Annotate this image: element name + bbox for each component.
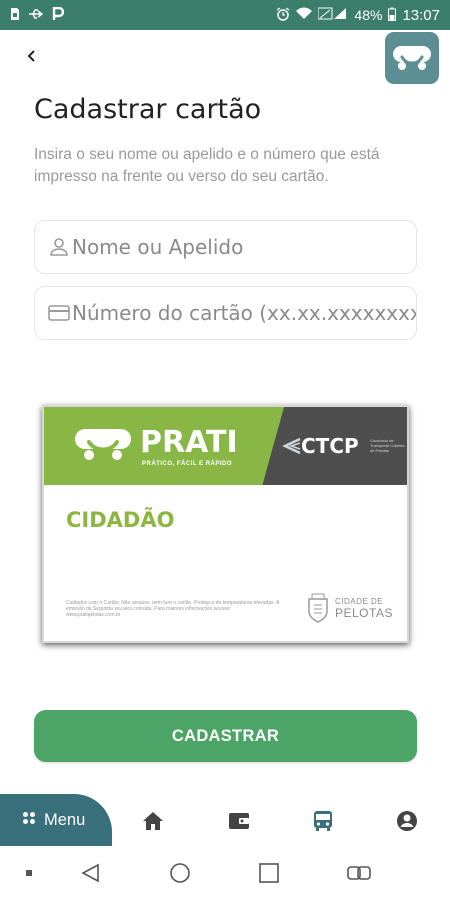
usb-icon xyxy=(28,8,44,23)
home-icon[interactable] xyxy=(140,808,166,834)
person-icon xyxy=(48,236,70,258)
status-bar: 48% 13:07 xyxy=(0,0,450,30)
menu-button[interactable]: Menu xyxy=(0,794,112,846)
card-illustration: PRATI PRÁTICO, FÁCIL E RÁPIDO CTCP Consó… xyxy=(42,405,409,643)
card-tagline: PRÁTICO, FÁCIL E RÁPIDO xyxy=(142,461,233,467)
register-button[interactable]: CADASTRAR xyxy=(34,710,417,762)
battery-text: 48% xyxy=(354,7,383,23)
dot-icon xyxy=(16,860,42,886)
card-number-input[interactable] xyxy=(72,301,416,325)
name-field[interactable] xyxy=(34,220,417,274)
home-circle-icon[interactable] xyxy=(167,860,193,886)
sim-icon xyxy=(10,7,20,24)
system-nav-bar xyxy=(0,846,450,900)
bus-icon[interactable] xyxy=(310,808,336,834)
name-input[interactable] xyxy=(72,235,416,259)
signal-icon xyxy=(317,7,348,23)
ctcp-logo-icon xyxy=(282,435,302,457)
card-city-line1: CIDADE DE xyxy=(335,597,384,606)
page-title: Cadastrar cartão xyxy=(34,94,262,125)
bottom-nav: Menu xyxy=(0,794,450,846)
prati-bus-logo-icon xyxy=(385,32,439,84)
card-category: CIDADÃO xyxy=(66,508,175,532)
card-note: Cuidados com o Cartão: Não amasse, nem f… xyxy=(66,600,280,618)
wallet-icon[interactable] xyxy=(226,808,252,834)
card-brand: PRATI xyxy=(140,425,238,460)
parking-icon xyxy=(52,6,65,24)
back-triangle-icon[interactable] xyxy=(78,860,104,886)
city-coat-of-arms-icon xyxy=(306,593,330,623)
card-city-line2: PELOTAS xyxy=(335,606,393,620)
ctcp-name: CTCP xyxy=(301,434,359,458)
switch-apps-icon[interactable] xyxy=(346,860,372,886)
page-subtitle: Insira o seu nome ou apelido e o número … xyxy=(34,146,380,185)
alarm-icon xyxy=(276,6,290,24)
profile-icon[interactable] xyxy=(394,808,420,834)
clock: 13:07 xyxy=(402,6,440,24)
recents-square-icon[interactable] xyxy=(256,860,282,886)
menu-label: Menu xyxy=(44,810,86,829)
battery-icon xyxy=(388,7,397,24)
card-number-field[interactable] xyxy=(34,286,417,340)
card-header: PRATI PRÁTICO, FÁCIL E RÁPIDO CTCP Consó… xyxy=(44,407,407,485)
credit-card-icon xyxy=(48,302,70,324)
ctcp-subtitle: Consórcio de Transporte Coletivo de Pelo… xyxy=(370,438,405,453)
back-arrow-icon[interactable] xyxy=(20,44,44,68)
wifi-icon xyxy=(296,7,313,23)
grid-icon xyxy=(22,811,36,830)
prati-card-logo-icon xyxy=(74,427,132,461)
